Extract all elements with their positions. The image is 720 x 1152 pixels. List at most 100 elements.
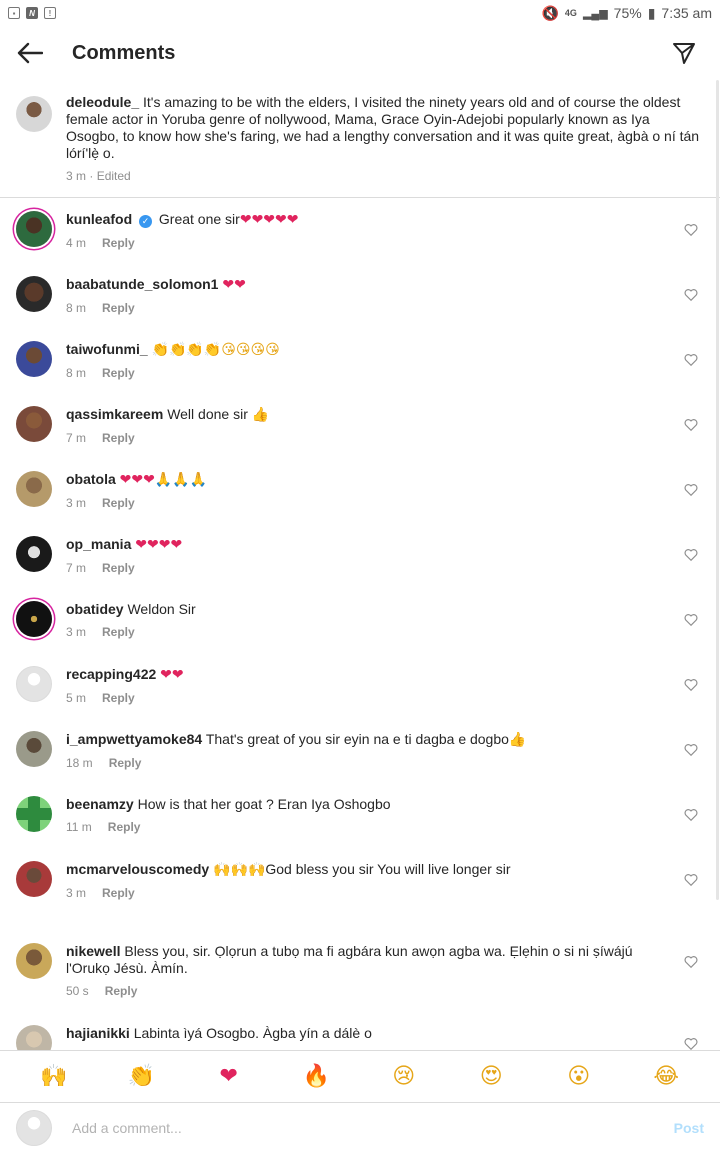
reply-button[interactable]: Reply [102,886,135,900]
reply-button[interactable]: Reply [102,561,135,575]
reply-button[interactable]: Reply [102,431,135,445]
comment-username[interactable]: beenamzy [66,796,134,812]
avatar[interactable] [16,731,52,767]
fire-emoji-button[interactable]: 🔥 [298,1059,334,1095]
heart-outline-icon[interactable] [684,223,698,237]
comment-item: mcmarvelouscomedy 🙌🙌🙌God bless you sir Y… [0,847,720,929]
comment-username[interactable]: obatola [66,471,116,487]
comment-emojis: 👍 [508,732,527,748]
reply-button[interactable]: Reply [105,984,138,998]
avatar[interactable] [16,861,52,897]
avatar[interactable] [16,341,52,377]
heart-emoji-button[interactable]: ❤ [211,1059,247,1095]
comment-text: Bless you, sir. Ọlọrun a tubọ ma fi agbá… [66,943,633,976]
comment-time: 8 m [66,366,87,380]
reply-button[interactable]: Reply [102,496,135,510]
laughing-emoji-button[interactable]: 😂 [648,1059,684,1095]
comment-emojis: ❤❤❤❤❤ [239,212,299,228]
comment-username[interactable]: op_mania [66,536,131,552]
post-button[interactable]: Post [674,1120,704,1136]
heart-outline-icon[interactable] [684,613,698,627]
avatar[interactable] [16,211,52,247]
avatar [16,1109,52,1146]
comment-item: nikewell Bless you, sir. Ọlọrun a tubọ m… [0,929,720,1011]
post-caption: deleodule_ It's amazing to be with the e… [0,80,720,198]
comment-username[interactable]: i_ampwettyamoke84 [66,731,202,747]
reply-button[interactable]: Reply [109,756,142,770]
raised-hands-emoji-button[interactable]: 🙌 [36,1059,72,1095]
heart-outline-icon[interactable] [684,483,698,497]
page-title: Comments [72,41,176,64]
avatar[interactable] [16,796,52,832]
avatar[interactable] [16,96,52,132]
comment-text: How is that her goat ? Eran Iya Oshogbo [137,796,391,812]
heart-outline-icon[interactable] [684,418,698,432]
share-button[interactable] [668,37,700,69]
surprised-emoji-button[interactable]: 😮 [561,1059,597,1095]
heart-outline-icon[interactable] [684,1037,698,1050]
status-bar-left: ▪ N ! [8,7,56,19]
comment-time: 5 m [66,691,87,705]
avatar[interactable] [16,276,52,312]
comment-emojis: 👍 [251,407,270,423]
comment-username[interactable]: obatidey [66,601,124,617]
comment-text: Weldon Sir [127,601,196,617]
comment-username[interactable]: baabatunde_solomon1 [66,276,218,292]
avatar[interactable] [16,1025,52,1050]
caption-body: deleodule_ It's amazing to be with the e… [66,94,704,185]
reply-button[interactable]: Reply [102,236,135,250]
crying-emoji-button[interactable]: 😢 [386,1059,422,1095]
status-bar: ▪ N ! 🔇 4G ▂▄▆ 75% ▮ 7:35 am [0,0,720,26]
comment-item: op_mania ❤❤❤❤ 7 m Reply [0,522,720,587]
comment-list[interactable]: kunleafod ✓ Great one sir❤❤❤❤❤ 4 m Reply … [0,197,720,1050]
reply-button[interactable]: Reply [102,625,135,639]
avatar[interactable] [16,943,52,979]
heart-eyes-emoji-button[interactable]: 😍 [473,1059,509,1095]
avatar[interactable] [16,601,52,637]
signal-icon: ▂▄▆ [582,7,608,20]
comment-username[interactable]: kunleafod [66,211,132,227]
comment-item: obatola ❤❤❤🙏🙏🙏 3 m Reply [0,457,720,522]
heart-outline-icon[interactable] [684,808,698,822]
comment-emojis: ❤❤❤❤ [135,537,183,553]
comment-username[interactable]: mcmarvelouscomedy [66,861,209,877]
clapping-emoji-button[interactable]: 👏 [123,1059,159,1095]
heart-outline-icon[interactable] [684,743,698,757]
comment-item: taiwofunmi_ 👏👏👏👏😘😘😘😘 8 m Reply [0,327,720,392]
send-icon [673,43,695,64]
comment-username[interactable]: taiwofunmi_ [66,341,148,357]
avatar[interactable] [16,666,52,702]
avatar[interactable] [16,471,52,507]
avatar[interactable] [16,406,52,442]
heart-outline-icon[interactable] [684,353,698,367]
heart-outline-icon[interactable] [684,873,698,887]
comment-composer: Post [0,1102,720,1152]
heart-outline-icon[interactable] [684,288,698,302]
back-arrow-icon [17,42,43,64]
scrollbar[interactable] [716,80,719,900]
comment-item: beenamzy How is that her goat ? Eran Iya… [0,782,720,847]
comment-emojis: 👏👏👏👏😘😘😘😘 [151,342,280,358]
comment-time: 3 m [66,496,87,510]
avatar[interactable] [16,536,52,572]
battery-percent: 75% [613,5,642,21]
verified-badge-icon: ✓ [139,215,153,228]
clock: 7:35 am [661,5,712,21]
comment-username[interactable]: recapping422 [66,666,156,682]
reply-button[interactable]: Reply [108,820,141,834]
reply-button[interactable]: Reply [102,301,135,315]
comment-username[interactable]: qassimkareem [66,406,163,422]
reply-button[interactable]: Reply [102,691,135,705]
heart-outline-icon[interactable] [684,955,698,969]
comment-time: 18 m [66,756,93,770]
reply-button[interactable]: Reply [102,366,135,380]
caption-text: It's amazing to be with the elders, I vi… [66,94,700,161]
caption-username[interactable]: deleodule_ [66,94,139,110]
heart-outline-icon[interactable] [684,548,698,562]
comment-username[interactable]: nikewell [66,943,120,959]
comment-item: recapping422 ❤❤ 5 m Reply [0,652,720,717]
back-button[interactable] [14,37,46,69]
heart-outline-icon[interactable] [684,678,698,692]
comment-input[interactable] [72,1119,674,1136]
comment-username[interactable]: hajianikki [66,1025,130,1041]
